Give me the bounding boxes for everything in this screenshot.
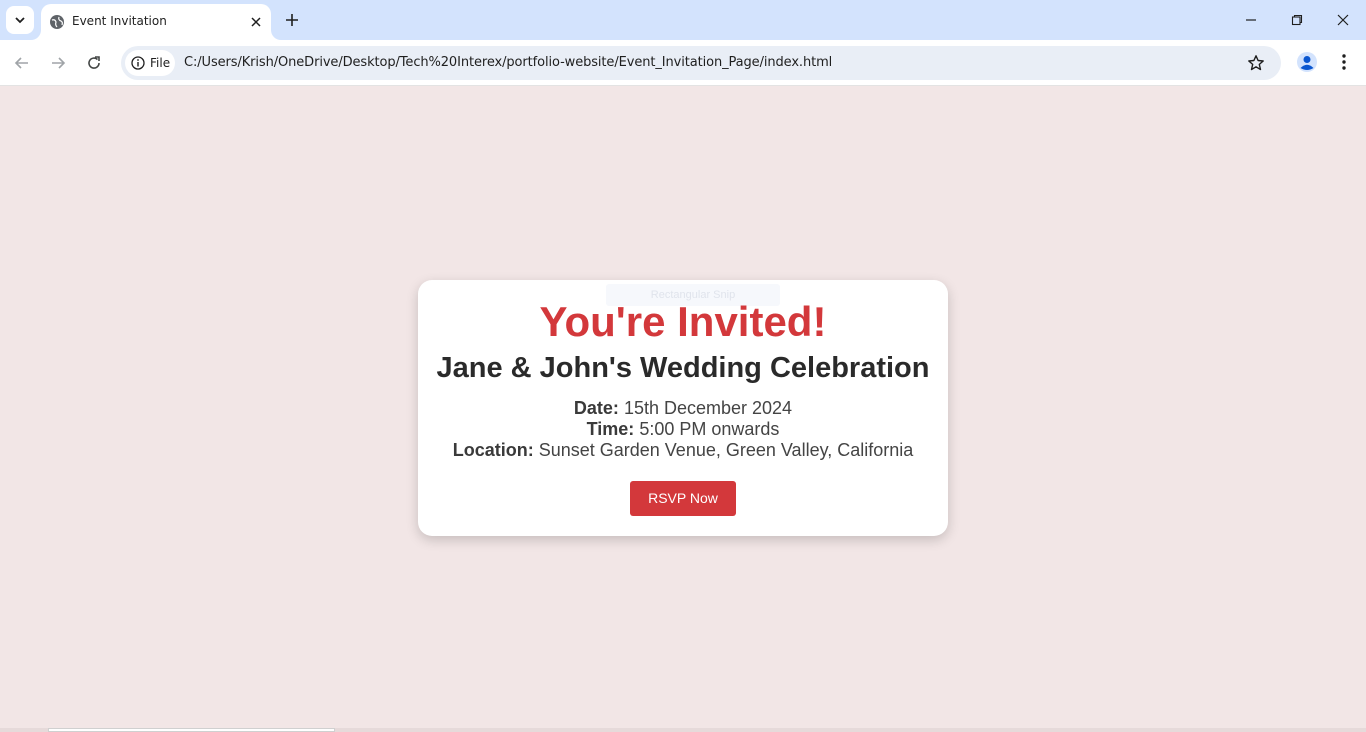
arrow-left-icon	[14, 57, 28, 69]
url-text[interactable]: C:/Users/Krish/OneDrive/Desktop/Tech%20I…	[184, 55, 832, 70]
site-chip-label: File	[150, 56, 171, 70]
more-vertical-icon	[1342, 54, 1346, 70]
browser-toolbar: File C:/Users/Krish/OneDrive/Desktop/Tec…	[0, 40, 1366, 86]
page-content: Rectangular Snip You're Invited! Jane & …	[0, 87, 1366, 732]
tab-bar: Event Invitation	[0, 0, 1366, 40]
reload-icon	[88, 56, 100, 69]
browser-tab[interactable]: Event Invitation	[41, 4, 271, 40]
minimize-button[interactable]	[1228, 0, 1274, 40]
site-info-chip[interactable]: File	[125, 50, 175, 76]
time-value: 5:00 PM onwards	[639, 419, 780, 439]
forward-button[interactable]	[46, 51, 70, 75]
location-label: Location:	[452, 440, 534, 460]
minimize-icon	[1246, 19, 1256, 21]
address-bar[interactable]: File C:/Users/Krish/OneDrive/Desktop/Tec…	[121, 46, 1281, 80]
restore-icon	[1291, 14, 1303, 26]
location-value: Sunset Garden Venue, Green Valley, Calif…	[538, 440, 914, 460]
back-button[interactable]	[10, 51, 34, 75]
chevron-down-icon	[15, 17, 25, 24]
globe-icon	[50, 15, 64, 29]
close-icon	[251, 17, 261, 27]
time-label: Time:	[586, 419, 635, 439]
tab-close-button[interactable]	[247, 13, 265, 31]
profile-avatar-icon[interactable]	[1296, 51, 1318, 73]
new-tab-button[interactable]	[282, 10, 302, 30]
event-date: Date: 15th December 2024	[418, 398, 948, 419]
date-label: Date:	[573, 398, 619, 418]
date-value: 15th December 2024	[623, 398, 793, 418]
restore-button[interactable]	[1274, 0, 1320, 40]
info-icon	[131, 56, 145, 70]
close-window-button[interactable]	[1320, 0, 1366, 40]
event-name: Jane & John's Wedding Celebration	[436, 352, 930, 384]
tab-search-button[interactable]	[6, 6, 34, 34]
invitation-card: Rectangular Snip You're Invited! Jane & …	[418, 280, 948, 536]
invitation-title: You're Invited!	[539, 298, 827, 345]
event-location: Location: Sunset Garden Venue, Green Val…	[418, 440, 948, 461]
close-icon	[1337, 14, 1349, 26]
plus-icon	[286, 14, 298, 26]
taskbar-edge	[0, 728, 1366, 732]
reload-button[interactable]	[82, 51, 106, 75]
rsvp-button[interactable]: RSVP Now	[630, 481, 736, 516]
arrow-right-icon	[52, 57, 66, 69]
event-time: Time: 5:00 PM onwards	[418, 419, 948, 440]
taskbar-segment	[48, 728, 335, 732]
tab-title: Event Invitation	[72, 14, 167, 28]
bookmark-star-icon[interactable]	[1247, 54, 1265, 72]
browser-menu-button[interactable]	[1334, 52, 1354, 72]
